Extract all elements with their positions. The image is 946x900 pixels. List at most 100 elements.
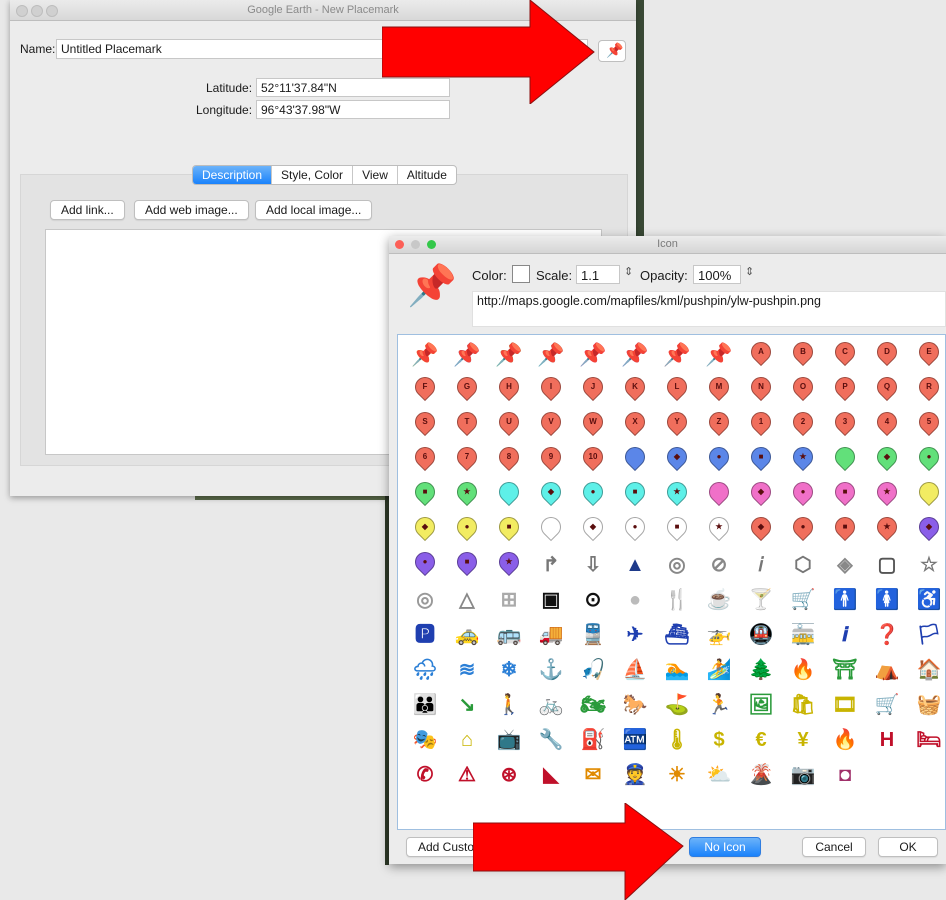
icon-option[interactable]: N [742, 372, 780, 407]
icon-option[interactable]: 🔧 [532, 722, 570, 757]
icon-option[interactable]: X [616, 407, 654, 442]
icon-option[interactable]: € [742, 722, 780, 757]
icon-option[interactable]: 7 [448, 442, 486, 477]
icon-option[interactable]: 2 [784, 407, 822, 442]
icon-option[interactable]: ◆ [742, 477, 780, 512]
icon-option[interactable]: 🌋 [742, 757, 780, 792]
icon-option[interactable] [826, 442, 864, 477]
icon-option[interactable]: ● [784, 477, 822, 512]
icon-option[interactable]: ■ [406, 477, 444, 512]
icon-option[interactable]: 3 [826, 407, 864, 442]
icon-option[interactable]: Q [868, 372, 906, 407]
icon-option[interactable]: ¥ [784, 722, 822, 757]
icon-option[interactable]: ⬡ [784, 547, 822, 582]
icon-option[interactable]: ● [574, 477, 612, 512]
icon-option[interactable]: 🛒 [868, 687, 906, 722]
icon-option[interactable]: 📌 [700, 337, 738, 372]
icon-option[interactable]: Z [700, 407, 738, 442]
icon-option[interactable]: A [742, 337, 780, 372]
icon-option[interactable]: △ [448, 582, 486, 617]
icon-option[interactable]: ■ [616, 477, 654, 512]
icon-option[interactable] [910, 477, 946, 512]
icon-option[interactable]: 🐎 [616, 687, 654, 722]
icon-option[interactable]: 🚌 [490, 617, 528, 652]
icon-option[interactable]: ▢ [868, 547, 906, 582]
add-link-button[interactable]: Add link... [50, 200, 125, 220]
icon-option[interactable]: 🍸 [742, 582, 780, 617]
scale-field[interactable]: 1.1 [576, 265, 620, 284]
icon-option[interactable] [490, 477, 528, 512]
add-web-image-button[interactable]: Add web image... [134, 200, 249, 220]
icon-option[interactable]: 🅿 [406, 617, 444, 652]
icon-option[interactable]: ● [616, 582, 654, 617]
icon-option[interactable]: I [532, 372, 570, 407]
icon-option[interactable]: 👮 [616, 757, 654, 792]
icon-option[interactable]: V [532, 407, 570, 442]
icon-option[interactable]: K [616, 372, 654, 407]
icon-option[interactable]: 📌 [574, 337, 612, 372]
icon-option[interactable]: ⛵ [616, 652, 654, 687]
icon-option[interactable]: ♿ [910, 582, 946, 617]
icon-option[interactable]: ❄ [490, 652, 528, 687]
icon-option[interactable]: ▲ [616, 547, 654, 582]
icon-option[interactable]: E [910, 337, 946, 372]
icon-option[interactable]: ● [910, 442, 946, 477]
opacity-stepper-icon[interactable]: ⇕ [745, 265, 754, 278]
icon-option[interactable]: 🚺 [868, 582, 906, 617]
icon-option[interactable]: 🚹 [826, 582, 864, 617]
icon-option[interactable]: Y [658, 407, 696, 442]
icon-option[interactable] [616, 442, 654, 477]
icon-option[interactable]: 🏠 [910, 652, 946, 687]
icon-option[interactable]: 📌 [616, 337, 654, 372]
icon-option[interactable]: ★ [448, 477, 486, 512]
icon-option[interactable]: ◆ [742, 512, 780, 547]
icon-option[interactable]: ● [784, 512, 822, 547]
icon-option[interactable]: ⊞ [490, 582, 528, 617]
icon-url-field[interactable]: http://maps.google.com/mapfiles/kml/push… [472, 291, 946, 327]
icon-option[interactable]: ⛺ [868, 652, 906, 687]
icon-option[interactable]: R [910, 372, 946, 407]
icon-option[interactable]: ↘ [448, 687, 486, 722]
icon-option[interactable]: 6 [406, 442, 444, 477]
icon-option[interactable]: ● [616, 512, 654, 547]
icon-option[interactable]: ⛅ [700, 757, 738, 792]
icon-option[interactable]: ◆ [532, 477, 570, 512]
icon-option[interactable]: 8 [490, 442, 528, 477]
icon-option[interactable]: ⛽ [574, 722, 612, 757]
icon-option[interactable]: 🎣 [574, 652, 612, 687]
icon-option[interactable]: 🏧 [616, 722, 654, 757]
icon-option[interactable]: W [574, 407, 612, 442]
icon-option[interactable]: 🌲 [742, 652, 780, 687]
icon-option[interactable]: ⇩ [574, 547, 612, 582]
icon-option[interactable] [700, 477, 738, 512]
icon-option[interactable]: ★ [658, 477, 696, 512]
icon-option[interactable]: 📷 [784, 757, 822, 792]
placemark-icon-button[interactable]: 📌 [598, 40, 626, 62]
scale-stepper-icon[interactable]: ⇕ [624, 265, 633, 278]
icon-option[interactable] [532, 512, 570, 547]
icon-option[interactable]: 🚚 [532, 617, 570, 652]
icon-option[interactable]: 🔥 [826, 722, 864, 757]
icon-option[interactable]: ◆ [658, 442, 696, 477]
icon-option[interactable]: ★ [784, 442, 822, 477]
icon-option[interactable]: U [490, 407, 528, 442]
icon-option[interactable]: 🖼 [742, 687, 780, 722]
icon-option[interactable]: 9 [532, 442, 570, 477]
icon-option[interactable]: ■ [742, 442, 780, 477]
icon-option[interactable]: 𝑖 [742, 547, 780, 582]
icon-option[interactable]: ≋ [448, 652, 486, 687]
icon-option[interactable]: ◎ [658, 547, 696, 582]
ok-button[interactable]: OK [878, 837, 938, 857]
icon-option[interactable]: 🏄 [700, 652, 738, 687]
icon-option[interactable]: 🏃 [700, 687, 738, 722]
icon-option[interactable]: ★ [490, 547, 528, 582]
icon-option[interactable]: ⛩ [826, 652, 864, 687]
icon-option[interactable]: ⊙ [574, 582, 612, 617]
icon-option[interactable]: 🔥 [784, 652, 822, 687]
icon-option[interactable]: ⚠ [448, 757, 486, 792]
icon-option[interactable]: ● [700, 442, 738, 477]
opacity-field[interactable]: 100% [693, 265, 741, 284]
tab-description[interactable]: Description [193, 166, 273, 184]
tab-altitude[interactable]: Altitude [398, 166, 456, 184]
icon-option[interactable]: M [700, 372, 738, 407]
